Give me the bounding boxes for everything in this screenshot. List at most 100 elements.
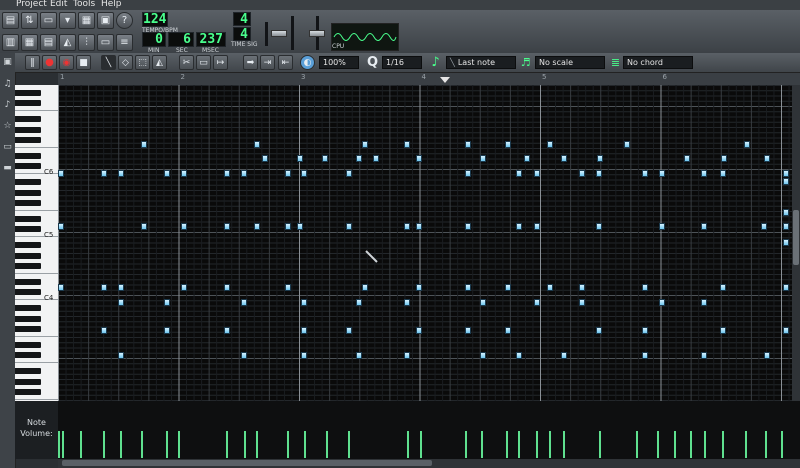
- note-volume-bar[interactable]: [536, 431, 538, 458]
- note-volume-bar[interactable]: [244, 431, 246, 458]
- master-pitch-slider[interactable]: [309, 30, 325, 37]
- note[interactable]: [505, 141, 511, 148]
- tempo-display[interactable]: 124: [142, 12, 168, 27]
- black-key[interactable]: [15, 179, 41, 185]
- play-icon[interactable]: ‖: [25, 55, 40, 70]
- note[interactable]: [254, 141, 260, 148]
- note[interactable]: [505, 327, 511, 334]
- note[interactable]: [181, 284, 187, 291]
- my-samples-icon[interactable]: ♪: [2, 100, 13, 111]
- note[interactable]: [101, 284, 107, 291]
- automation-editor-icon[interactable]: ◭: [59, 34, 76, 51]
- note[interactable]: [701, 352, 707, 359]
- scale-combo[interactable]: No scale: [535, 56, 605, 69]
- my-presets-icon[interactable]: ☆: [2, 121, 13, 132]
- note-volume-bar[interactable]: [518, 431, 520, 458]
- note[interactable]: [164, 170, 170, 177]
- black-key[interactable]: [15, 378, 41, 385]
- note[interactable]: [241, 352, 247, 359]
- controller-rack-icon[interactable]: ▭: [97, 34, 114, 51]
- note[interactable]: [659, 170, 665, 177]
- note[interactable]: [224, 327, 230, 334]
- note[interactable]: [561, 352, 567, 359]
- note[interactable]: [783, 284, 789, 291]
- master-volume-slider[interactable]: [271, 30, 287, 37]
- note[interactable]: [505, 284, 511, 291]
- note[interactable]: [356, 352, 362, 359]
- note-volume-bar[interactable]: [348, 431, 350, 458]
- project-notes-icon[interactable]: ≡: [116, 34, 133, 51]
- cut-icon[interactable]: ✂: [179, 55, 194, 70]
- note[interactable]: [181, 170, 187, 177]
- detune-mode-icon[interactable]: ◭: [152, 55, 167, 70]
- note[interactable]: [783, 170, 789, 177]
- note-volume-bar[interactable]: [465, 431, 467, 458]
- note[interactable]: [285, 223, 291, 230]
- computer-icon[interactable]: ▬: [2, 163, 13, 174]
- note-volume-bar[interactable]: [690, 431, 692, 458]
- white-key-divider[interactable]: [15, 85, 58, 112]
- black-key[interactable]: [15, 152, 41, 159]
- note[interactable]: [58, 170, 64, 177]
- quantize-combo[interactable]: 1/16: [382, 56, 422, 69]
- note[interactable]: [58, 223, 64, 230]
- black-key[interactable]: [15, 368, 41, 374]
- menu-project[interactable]: Project: [16, 0, 47, 9]
- black-key[interactable]: [15, 326, 41, 332]
- note[interactable]: [241, 170, 247, 177]
- whats-this-icon[interactable]: ?: [116, 12, 133, 29]
- time-sig-numerator[interactable]: 4: [233, 12, 251, 26]
- piano-keyboard[interactable]: C6 C5 C4: [15, 85, 58, 401]
- note[interactable]: [659, 299, 665, 306]
- note-volume-bar[interactable]: [549, 431, 551, 458]
- note-volume-bar[interactable]: [599, 431, 601, 458]
- note[interactable]: [642, 284, 648, 291]
- note[interactable]: [58, 284, 64, 291]
- note[interactable]: [480, 299, 486, 306]
- note[interactable]: [465, 170, 471, 177]
- note[interactable]: [524, 155, 530, 162]
- note-volume-bar[interactable]: [765, 431, 767, 458]
- note-volume-bar[interactable]: [563, 431, 565, 458]
- note[interactable]: [362, 141, 368, 148]
- new-project-icon[interactable]: ▤: [2, 12, 19, 29]
- black-key[interactable]: [15, 116, 41, 122]
- time-sig-denominator[interactable]: 4: [233, 27, 251, 41]
- note[interactable]: [783, 209, 789, 216]
- note[interactable]: [764, 155, 770, 162]
- fx-mixer-icon[interactable]: ⫶: [78, 34, 95, 51]
- black-key[interactable]: [15, 163, 41, 170]
- piano-roll-icon[interactable]: ▤: [40, 34, 57, 51]
- note[interactable]: [701, 170, 707, 177]
- note-volume-bar[interactable]: [420, 431, 422, 458]
- note[interactable]: [297, 155, 303, 162]
- note[interactable]: [118, 299, 124, 306]
- note-volume-bar[interactable]: [745, 431, 747, 458]
- recent-projects-icon[interactable]: ▾: [59, 12, 76, 29]
- copy-icon[interactable]: ▭: [196, 55, 211, 70]
- black-key[interactable]: [15, 389, 41, 395]
- note[interactable]: [301, 170, 307, 177]
- note[interactable]: [346, 170, 352, 177]
- export-icon[interactable]: ▣: [97, 12, 114, 29]
- note[interactable]: [356, 299, 362, 306]
- stop-cursor-icon[interactable]: ⇥: [260, 55, 275, 70]
- note[interactable]: [516, 223, 522, 230]
- vertical-scroll-thumb[interactable]: [793, 210, 799, 265]
- note-volume-bar[interactable]: [304, 431, 306, 458]
- black-key[interactable]: [15, 100, 41, 107]
- note-volume-bar[interactable]: [62, 431, 64, 458]
- note[interactable]: [262, 155, 268, 162]
- black-key[interactable]: [15, 315, 41, 322]
- black-key[interactable]: [15, 242, 41, 248]
- note-volume-bar[interactable]: [226, 431, 228, 458]
- note[interactable]: [465, 284, 471, 291]
- note[interactable]: [534, 299, 540, 306]
- note[interactable]: [254, 223, 260, 230]
- note[interactable]: [297, 223, 303, 230]
- black-key[interactable]: [15, 89, 41, 96]
- zoom-combo[interactable]: 100%: [319, 56, 359, 69]
- vertical-scrollbar[interactable]: [792, 85, 800, 401]
- note-volume-bar[interactable]: [636, 431, 638, 458]
- black-key[interactable]: [15, 289, 41, 296]
